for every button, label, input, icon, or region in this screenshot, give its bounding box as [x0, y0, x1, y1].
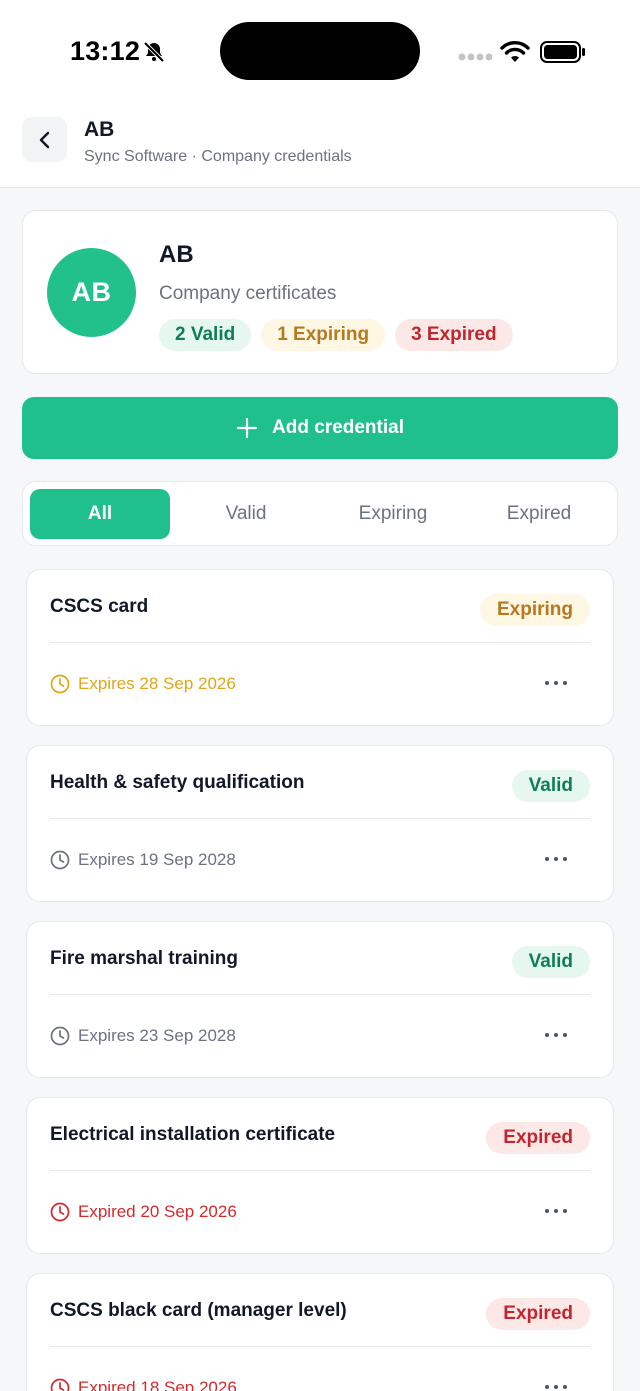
more-options-button[interactable] — [545, 854, 567, 864]
expiry-date: Expires 19 Sep 2028 — [78, 850, 236, 869]
expiry-date: Expired 20 Sep 2026 — [78, 1202, 237, 1221]
clock-icon — [50, 674, 70, 694]
chevron-left-icon — [39, 131, 49, 148]
divider — [50, 1346, 590, 1347]
status-badge: Expired — [486, 1298, 590, 1330]
tab-all[interactable]: All — [30, 489, 170, 539]
more-options-button[interactable] — [545, 1030, 567, 1040]
divider — [50, 1170, 590, 1171]
credential-title: Health & safety qualification — [50, 772, 305, 793]
divider — [50, 994, 590, 995]
more-options-button[interactable] — [545, 1382, 567, 1391]
status-bar: 13:12 — [0, 0, 640, 104]
bell-muted-icon — [143, 41, 165, 63]
expiry-row: Expires 23 Sep 2028 — [50, 1026, 236, 1046]
expiry-date: Expired 18 Sep 2026 — [78, 1378, 237, 1391]
page-title: AB — [84, 118, 115, 141]
credential-title: CSCS black card (manager level) — [50, 1300, 347, 1321]
page-subtitle: Sync Software · Company credentials — [84, 148, 352, 165]
add-credential-label: Add credential — [272, 417, 404, 438]
status-badge: Valid — [511, 946, 590, 978]
add-credential-button[interactable]: Add credential — [22, 397, 618, 459]
credential-card[interactable]: Health & safety qualification Valid Expi… — [26, 745, 614, 902]
battery-icon — [540, 41, 585, 63]
credential-card[interactable]: CSCS black card (manager level) Expired … — [26, 1273, 614, 1391]
credential-title: CSCS card — [50, 596, 149, 617]
credential-card[interactable]: CSCS card Expiring Expires 28 Sep 2026 — [26, 569, 614, 726]
credential-card[interactable]: Fire marshal training Valid Expires 23 S… — [26, 921, 614, 1078]
clock-icon — [50, 1202, 70, 1222]
status-time: 13:12 — [70, 36, 141, 66]
plus-icon — [236, 417, 258, 439]
status-badge: Valid — [511, 770, 590, 802]
clock-icon — [50, 1026, 70, 1046]
expired-count-badge: 3 Expired — [395, 319, 513, 351]
valid-count-badge: 2 Valid — [159, 319, 252, 351]
expiry-date: Expires 23 Sep 2028 — [78, 1026, 236, 1045]
status-badge: Expired — [486, 1122, 590, 1154]
credential-title: Fire marshal training — [50, 948, 238, 969]
expiry-row: Expired 18 Sep 2026 — [50, 1378, 237, 1391]
tab-expiring[interactable]: Expiring — [323, 489, 463, 539]
tab-valid[interactable]: Valid — [176, 489, 316, 539]
expiry-date: Expires 28 Sep 2026 — [78, 674, 236, 693]
company-subtitle: Company certificates — [159, 283, 337, 304]
page-header: AB Sync Software · Company credentials — [0, 104, 640, 188]
wifi-icon — [500, 41, 530, 62]
divider — [50, 642, 590, 643]
clock-icon — [50, 1378, 70, 1391]
expiry-row: Expired 20 Sep 2026 — [50, 1202, 237, 1222]
expiry-row: Expires 19 Sep 2028 — [50, 850, 236, 870]
cellular-signal-icon — [458, 53, 492, 61]
credential-title: Electrical installation certificate — [50, 1124, 336, 1145]
company-name: AB — [159, 241, 194, 268]
avatar: AB — [47, 248, 136, 337]
back-button[interactable] — [22, 117, 67, 162]
status-badge: Expiring — [479, 594, 590, 626]
dynamic-island — [220, 22, 420, 80]
expiry-row: Expires 28 Sep 2026 — [50, 674, 236, 694]
expiring-count-badge: 1 Expiring — [261, 319, 386, 351]
credential-card[interactable]: Electrical installation certificate Expi… — [26, 1097, 614, 1254]
company-summary-card: AB AB Company certificates 2 Valid 1 Exp… — [22, 210, 618, 374]
tab-expired[interactable]: Expired — [469, 489, 609, 539]
more-options-button[interactable] — [545, 678, 567, 688]
divider — [50, 818, 590, 819]
clock-icon — [50, 850, 70, 870]
filter-tabs: All Valid Expiring Expired — [22, 481, 618, 546]
status-count-row: 2 Valid 1 Expiring 3 Expired — [159, 319, 513, 351]
more-options-button[interactable] — [545, 1206, 567, 1216]
